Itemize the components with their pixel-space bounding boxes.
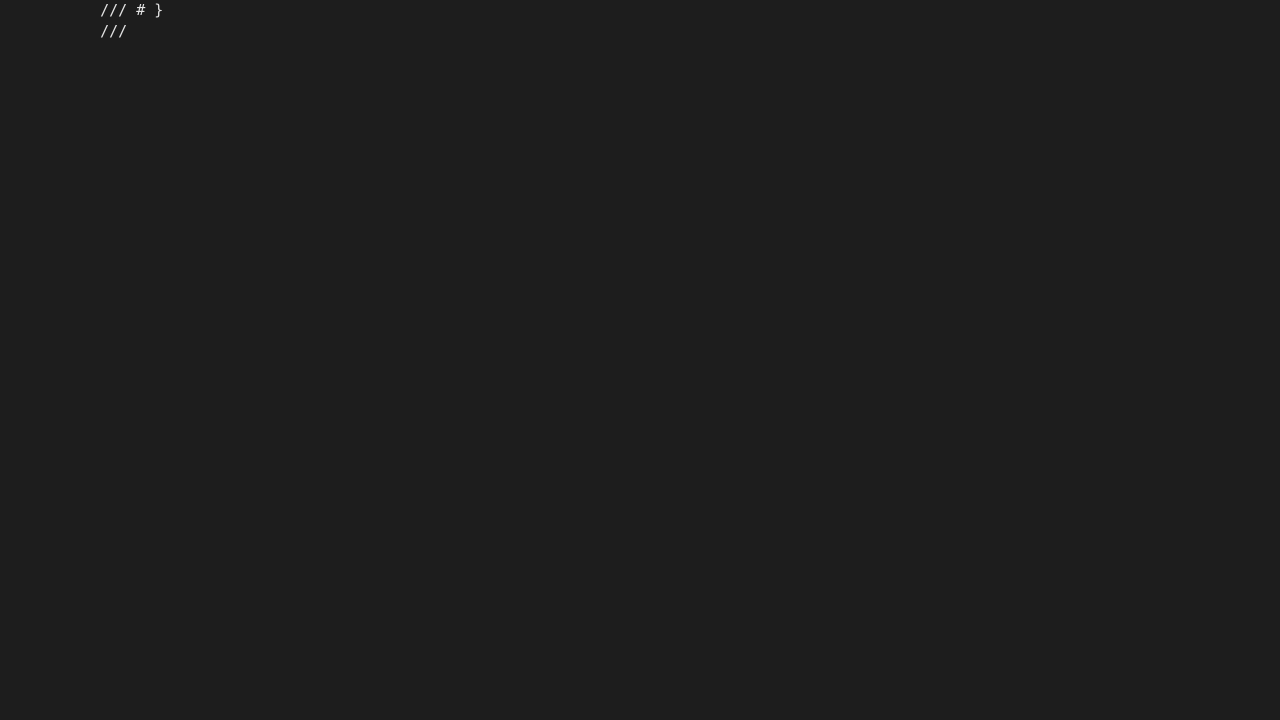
code-line: /// # } — [100, 1, 164, 19]
code-line: /// — [100, 22, 128, 40]
code-editor[interactable]: /// # } /// — [0, 0, 956, 652]
